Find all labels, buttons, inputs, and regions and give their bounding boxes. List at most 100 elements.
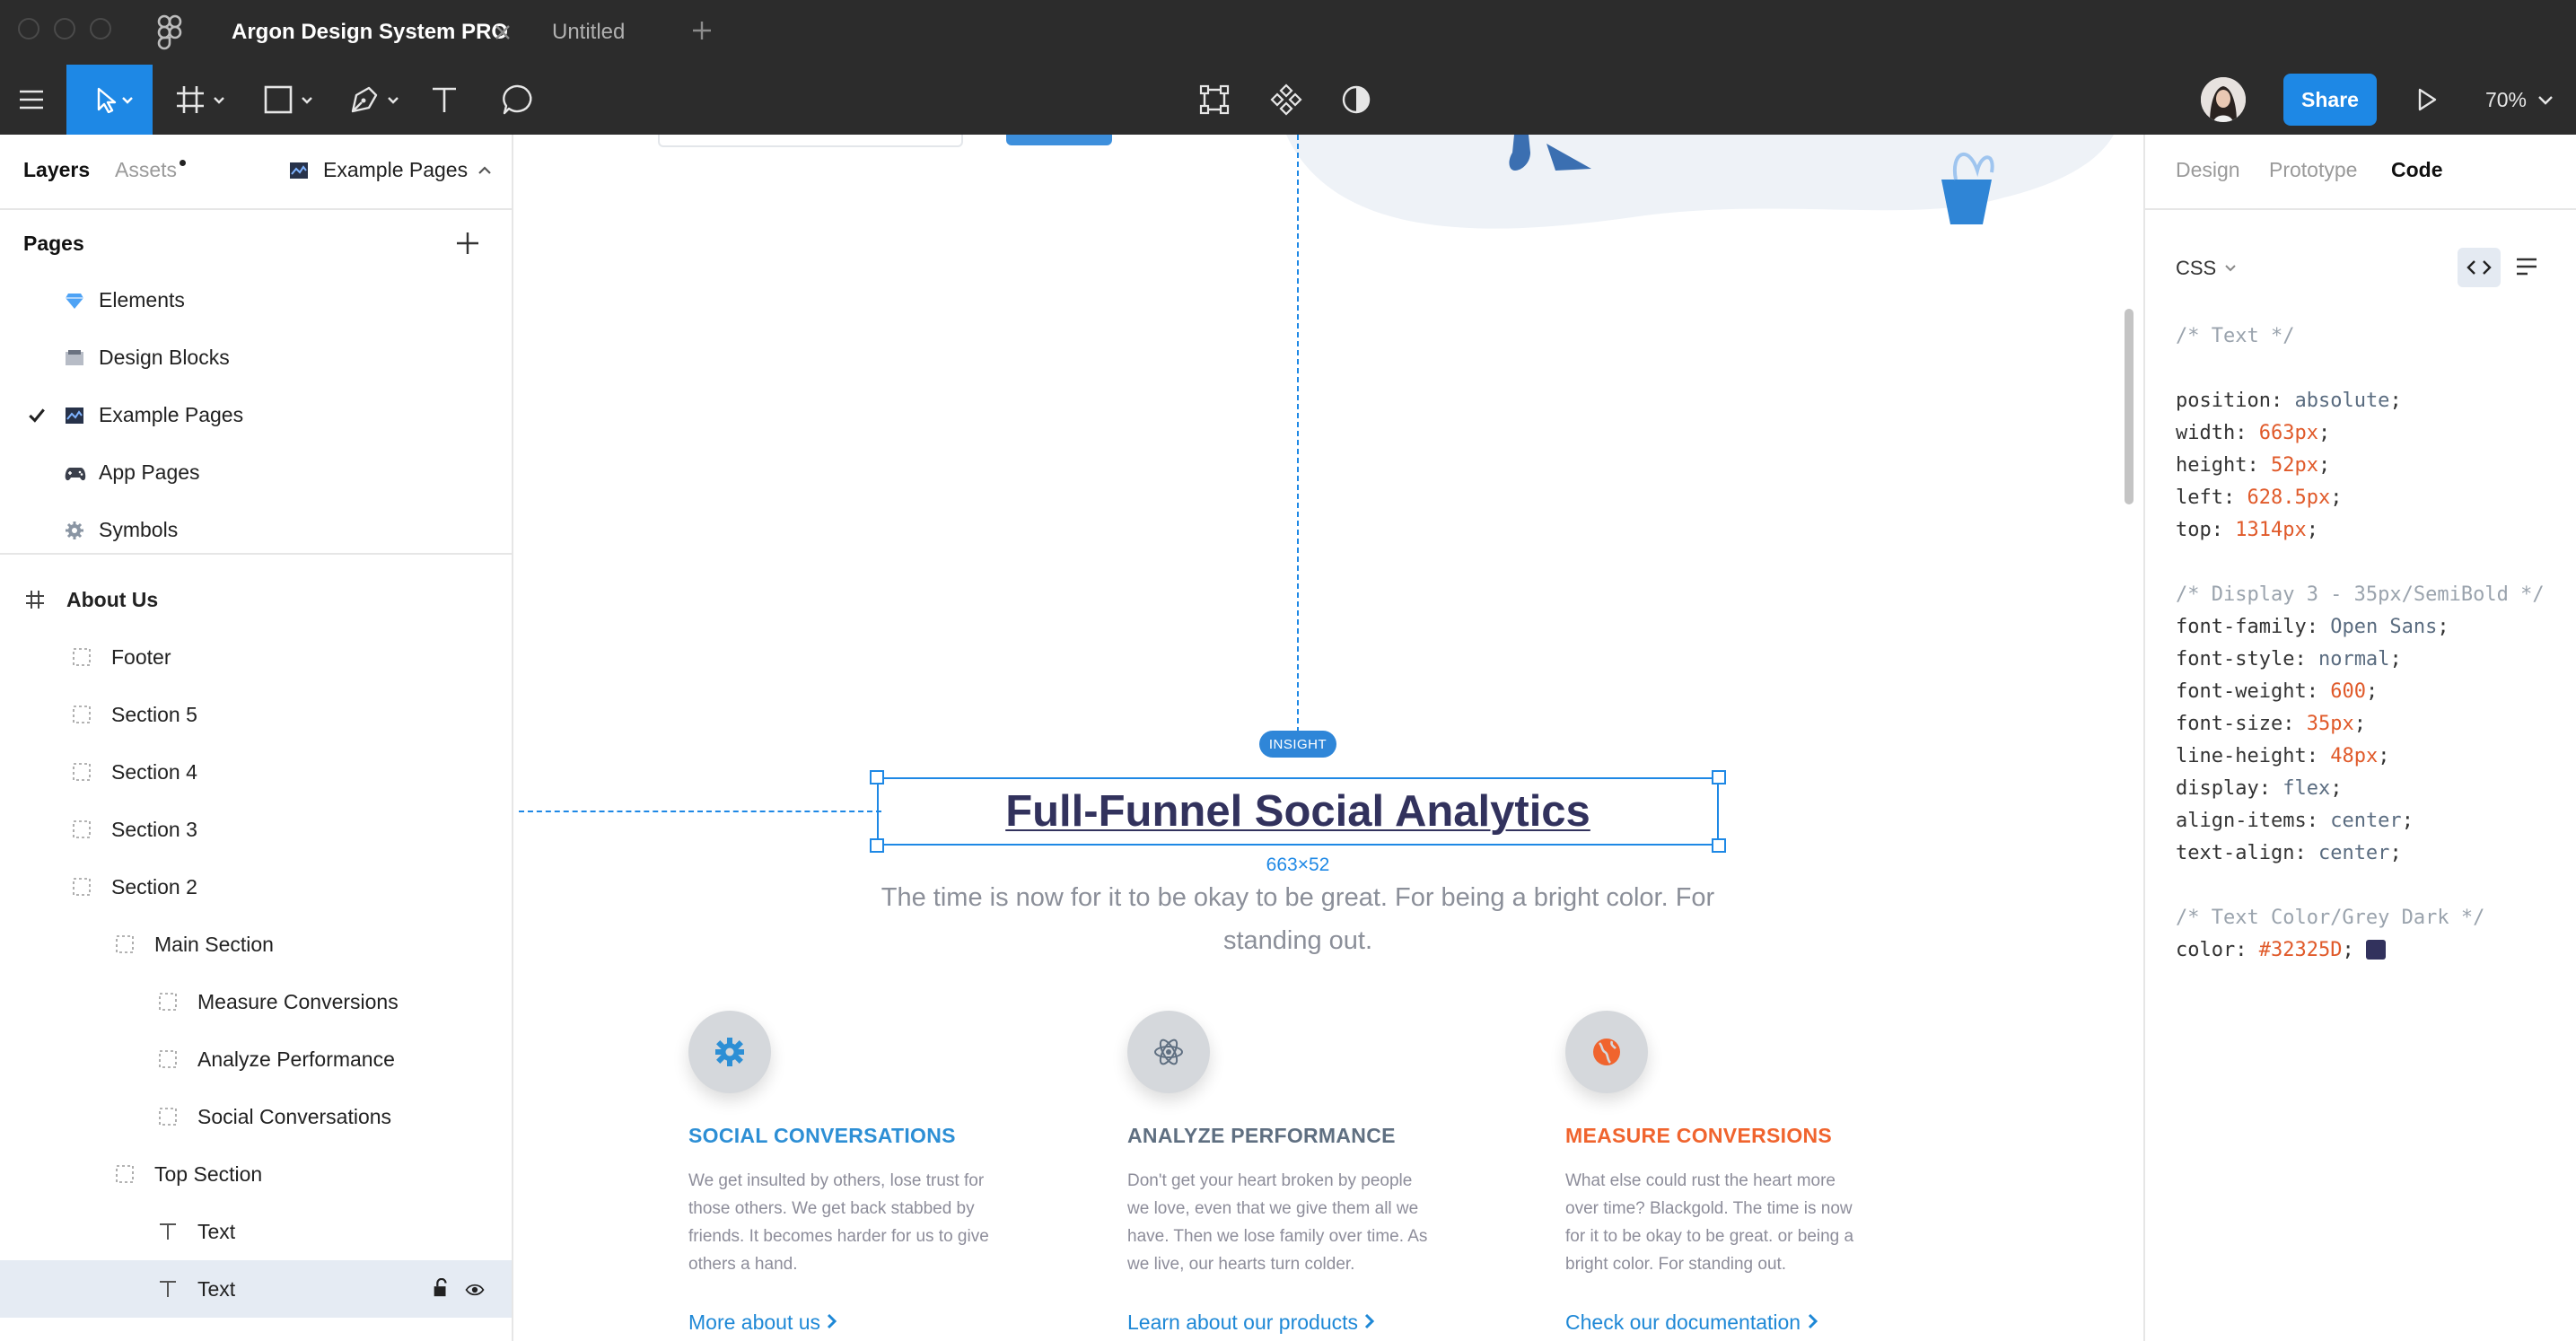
blocks-icon [65, 348, 84, 368]
code-line: height: 52px; [2176, 454, 2331, 477]
section-subtext: The time is now for it to be okay to be … [784, 876, 1812, 962]
color-swatch[interactable] [2365, 940, 2386, 960]
text-tool-button[interactable] [424, 65, 465, 135]
avatar[interactable] [2201, 77, 2246, 122]
more-about-us-link[interactable]: More about us [688, 1310, 838, 1335]
css-value: center [2330, 810, 2402, 832]
layer-label: Text [197, 1219, 236, 1243]
figma-logo-icon[interactable] [154, 14, 185, 55]
layer-row[interactable]: Section 4 [0, 743, 512, 801]
resize-handle[interactable] [1712, 838, 1726, 853]
layer-row[interactable]: Footer [0, 628, 512, 686]
tab-untitled[interactable]: Untitled [552, 0, 625, 65]
shape-tool-button[interactable] [258, 65, 323, 135]
play-icon [2418, 88, 2437, 111]
layer-label: Section 5 [111, 702, 197, 726]
contrast-icon[interactable] [1336, 65, 1377, 135]
code-tab[interactable]: Code [2391, 158, 2443, 182]
divider [2145, 208, 2576, 210]
feature-description: What else could rust the heart more over … [1565, 1171, 1854, 1274]
canvas-scrollbar[interactable] [2125, 309, 2134, 504]
add-page-plus-icon[interactable] [454, 230, 481, 261]
share-button[interactable]: Share [2283, 74, 2377, 126]
prototype-tab[interactable]: Prototype [2269, 158, 2357, 182]
move-tool-button[interactable] [66, 65, 153, 135]
check-documentation-link[interactable]: Check our documentation [1565, 1310, 1819, 1335]
feature-description: We get insulted by others, lose trust fo… [688, 1171, 989, 1274]
css-property: font-style [2176, 648, 2295, 670]
present-button[interactable] [2409, 65, 2445, 135]
insight-badge[interactable]: INSIGHT [1259, 731, 1336, 758]
measure-conversions-icon-circle [1565, 1011, 1648, 1093]
tab-argon-design-system[interactable]: Argon Design System PRO [232, 0, 508, 65]
link-label: Learn about our products [1127, 1310, 1359, 1334]
feature-title: ANALYZE PERFORMANCE [1127, 1124, 1396, 1148]
resize-handle[interactable] [870, 770, 884, 784]
transform-icon[interactable] [1194, 65, 1235, 135]
group-icon [159, 993, 177, 1011]
lock-icon[interactable] [431, 1278, 451, 1298]
page-item-app-pages[interactable]: App Pages [0, 443, 512, 501]
assets-tab[interactable]: Assets [115, 158, 177, 182]
layer-row[interactable]: Text [0, 1203, 512, 1260]
code-view-button[interactable] [2458, 248, 2501, 287]
learn-about-products-link[interactable]: Learn about our products [1127, 1310, 1376, 1335]
layer-row-selected[interactable]: Text [0, 1260, 512, 1318]
resize-handle[interactable] [1712, 770, 1726, 784]
menu-icon[interactable] [0, 65, 63, 135]
move-icon [97, 87, 133, 113]
pen-tool-button[interactable] [345, 65, 409, 135]
page-item-symbols[interactable]: Symbols [0, 501, 512, 558]
frame-tool-button[interactable] [171, 65, 235, 135]
language-dropdown[interactable]: CSS [2176, 257, 2238, 280]
resize-handle[interactable] [870, 838, 884, 853]
design-tab[interactable]: Design [2176, 158, 2240, 182]
css-property: line-height [2176, 745, 2307, 767]
css-property: font-size [2176, 713, 2283, 735]
css-value: 663px [2258, 422, 2318, 444]
chevron-down-icon [2538, 96, 2553, 105]
selected-heading-frame[interactable]: Full-Funnel Social Analytics [877, 777, 1719, 846]
window-minimize-button[interactable] [54, 18, 75, 39]
layer-row[interactable]: Section 3 [0, 801, 512, 858]
css-property: text-align [2176, 842, 2295, 864]
layer-row[interactable]: Measure Conversions [0, 973, 512, 1030]
css-value: 35px [2306, 713, 2354, 735]
layer-row[interactable]: Social Conversations [0, 1088, 512, 1145]
code-icon [2466, 260, 2492, 275]
layer-row[interactable]: Section 2 [0, 858, 512, 916]
page-item-example-pages[interactable]: Example Pages [0, 386, 512, 443]
group-icon [116, 1165, 134, 1183]
eye-icon[interactable] [465, 1280, 485, 1300]
layer-label: Measure Conversions [197, 989, 399, 1013]
window-zoom-button[interactable] [90, 18, 111, 39]
layer-row[interactable]: Section 5 [0, 686, 512, 743]
pen-icon [351, 86, 399, 113]
toolbar: Share 70% [0, 65, 2576, 135]
page-item-design-blocks[interactable]: Design Blocks [0, 329, 512, 386]
close-tab-icon[interactable] [490, 20, 515, 49]
design-canvas[interactable]: INSIGHT Full-Funnel Social Analytics 663… [514, 135, 2142, 1341]
group-icon [116, 935, 134, 953]
layer-row[interactable]: Analyze Performance [0, 1030, 512, 1088]
feature-title-text: ANALYZE PERFORMANCE [1127, 1124, 1396, 1147]
zoom-dropdown[interactable]: 70% [2477, 65, 2563, 135]
plus-icon[interactable] [689, 18, 714, 48]
layer-row[interactable]: Main Section [0, 916, 512, 973]
css-value: normal [2318, 648, 2390, 670]
layer-row[interactable]: Top Section [0, 1145, 512, 1203]
layer-label: Social Conversations [197, 1104, 392, 1128]
component-icon[interactable] [1266, 65, 1307, 135]
page-item-elements[interactable]: Elements [0, 271, 512, 329]
list-view-icon[interactable] [2515, 257, 2538, 281]
code-line: display: flex; [2176, 777, 2343, 800]
comment-tool-button[interactable] [495, 65, 540, 135]
group-icon [159, 1050, 177, 1068]
page-switcher[interactable]: Example Pages [289, 158, 493, 182]
css-value: Open Sans [2330, 616, 2438, 638]
layer-label: Section 3 [111, 817, 197, 841]
frame-row-about-us[interactable]: About Us [0, 571, 512, 628]
layers-tab[interactable]: Layers [23, 158, 90, 182]
frame-icon [177, 86, 224, 113]
window-close-button[interactable] [18, 18, 39, 39]
